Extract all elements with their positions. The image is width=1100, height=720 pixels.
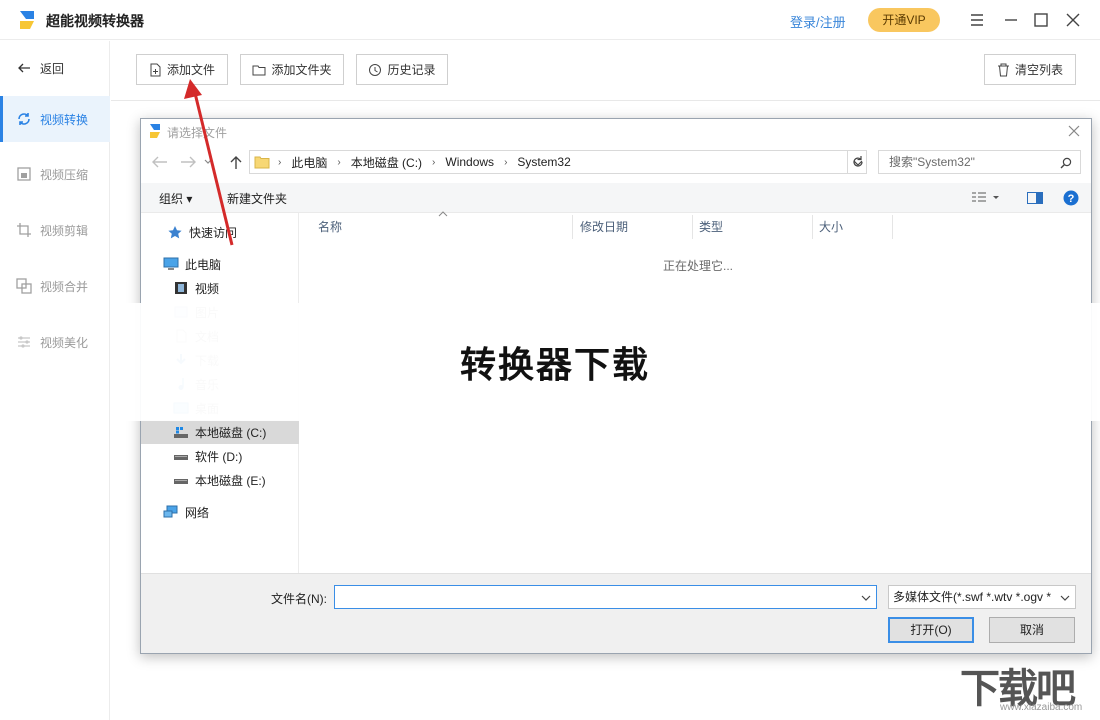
dialog-footer: 文件名(N): 多媒体文件(*.swf *.wtv *.ogv * 打开(O) … <box>141 573 1091 653</box>
cancel-button[interactable]: 取消 <box>989 617 1075 643</box>
column-divider[interactable] <box>892 215 893 239</box>
nav-item-label: 本地磁盘 (E:) <box>195 473 266 488</box>
search-placeholder: 搜索"System32" <box>889 155 975 169</box>
beautify-icon <box>18 336 30 348</box>
annotation-arrow-icon <box>184 79 234 246</box>
column-header-name[interactable]: 名称 <box>300 217 342 237</box>
sidebar-item-label: 视频美化 <box>40 335 89 350</box>
nav-item-drive-d[interactable]: 软件 (D:) <box>141 444 299 468</box>
folder-icon <box>254 156 270 169</box>
sidebar-item-label: 视频转换 <box>40 112 89 127</box>
refresh-button[interactable] <box>847 150 867 174</box>
convert-icon <box>18 113 30 125</box>
file-type-select[interactable]: 多媒体文件(*.swf *.wtv *.ogv * <box>888 585 1076 609</box>
back-button[interactable]: 返回 <box>0 45 110 91</box>
breadcrumb-separator: › <box>504 156 508 168</box>
nav-item-videos[interactable]: 视频 <box>141 276 299 300</box>
sidebar-item-convert[interactable]: 视频转换 <box>0 96 110 142</box>
nav-item-network[interactable]: 网络 <box>141 500 299 524</box>
login-link[interactable]: 登录/注册 <box>790 12 846 31</box>
network-icon <box>163 505 178 518</box>
nav-item-label: 软件 (D:) <box>195 449 243 464</box>
breadcrumb-separator: › <box>337 156 341 168</box>
chevron-down-icon <box>1059 593 1071 603</box>
open-button[interactable]: 打开(O) <box>888 617 974 643</box>
add-folder-label: 添加文件夹 <box>271 63 332 77</box>
drive-icon <box>174 455 188 460</box>
column-header-type[interactable]: 类型 <box>681 217 723 237</box>
watermark-url: www.xiazaiba.com <box>1000 702 1083 713</box>
title-bar: 超能视频转换器 登录/注册 开通VIP <box>0 0 1100 40</box>
breadcrumb-separator: › <box>432 156 436 168</box>
search-icon <box>1060 157 1072 169</box>
trash-icon <box>997 63 1009 76</box>
sort-caret-icon <box>438 211 448 217</box>
back-arrow-icon[interactable] <box>151 154 169 170</box>
sidebar-item-label: 视频压缩 <box>40 167 89 182</box>
file-add-icon <box>150 63 161 76</box>
preview-pane-icon[interactable] <box>1027 192 1043 204</box>
column-header-modified[interactable]: 修改日期 <box>562 217 628 237</box>
command-bar: 组织 ▾ 新建文件夹 ? <box>141 183 1091 213</box>
filename-label: 文件名(N): <box>271 592 327 606</box>
arrow-left-icon <box>18 63 30 73</box>
sidebar-item-label: 视频剪辑 <box>40 223 89 238</box>
breadcrumb-separator: › <box>278 156 282 168</box>
dialog-logo-icon <box>150 124 160 138</box>
view-options-icon[interactable] <box>971 191 1001 205</box>
svg-text:?: ? <box>1068 193 1075 205</box>
breadcrumb-item[interactable]: 此电脑 <box>291 154 327 171</box>
vip-button[interactable]: 开通VIP <box>868 8 940 32</box>
maximize-icon[interactable] <box>1030 9 1052 31</box>
nav-item-drive-c[interactable]: 本地磁盘 (C:) <box>141 420 299 444</box>
system-drive-icon <box>174 427 188 438</box>
sidebar-item-compress[interactable]: 视频压缩 <box>0 151 110 197</box>
clear-list-label: 清空列表 <box>1014 63 1063 77</box>
back-label: 返回 <box>40 61 65 76</box>
menu-icon[interactable] <box>966 9 988 31</box>
help-icon[interactable]: ? <box>1063 190 1079 206</box>
breadcrumb-item[interactable]: 本地磁盘 (C:) <box>351 154 422 171</box>
address-bar[interactable]: › 此电脑 › 本地磁盘 (C:) › Windows › System32 <box>249 150 867 174</box>
video-folder-icon <box>175 282 187 294</box>
refresh-icon <box>853 156 863 167</box>
history-button[interactable]: 历史记录 <box>356 54 448 85</box>
filename-input[interactable] <box>334 585 877 609</box>
column-header-size[interactable]: 大小 <box>801 217 843 237</box>
sidebar-item-beautify[interactable]: 视频美化 <box>0 319 110 365</box>
folder-icon <box>252 65 266 75</box>
clock-icon <box>369 63 382 76</box>
file-type-value: 多媒体文件(*.swf *.wtv *.ogv * <box>893 590 1052 604</box>
clear-list-button[interactable]: 清空列表 <box>984 54 1076 85</box>
nav-item-label: 此电脑 <box>185 257 222 272</box>
add-folder-button[interactable]: 添加文件夹 <box>240 54 344 85</box>
minimize-icon[interactable] <box>1000 9 1022 31</box>
nav-item-drive-e[interactable]: 本地磁盘 (E:) <box>141 468 299 492</box>
nav-item-this-pc[interactable]: 此电脑 <box>141 252 299 276</box>
dialog-close-icon[interactable] <box>1065 122 1083 140</box>
crop-icon <box>17 223 31 237</box>
sidebar-item-merge[interactable]: 视频合并 <box>0 263 110 309</box>
merge-icon <box>16 278 32 294</box>
app-title: 超能视频转换器 <box>46 13 144 29</box>
history-label: 历史记录 <box>387 63 436 77</box>
nav-item-label: 本地磁盘 (C:) <box>195 425 267 440</box>
compress-icon <box>17 167 31 181</box>
nav-item-label: 视频 <box>195 281 220 296</box>
search-input[interactable]: 搜索"System32" <box>878 150 1081 174</box>
overlay-title: 转换器下载 <box>460 344 651 385</box>
chevron-down-icon[interactable] <box>860 593 872 603</box>
close-icon[interactable] <box>1062 9 1084 31</box>
sidebar-item-crop[interactable]: 视频剪辑 <box>0 207 110 253</box>
loading-status: 正在处理它... <box>663 259 734 273</box>
computer-icon <box>163 257 179 270</box>
nav-item-label: 网络 <box>185 505 210 520</box>
sidebar: 返回 视频转换 视频压缩 视频剪辑 视频合并 视频美化 <box>0 41 110 720</box>
drive-icon <box>174 479 188 484</box>
sidebar-item-label: 视频合并 <box>40 279 89 294</box>
app-logo-icon <box>20 11 34 29</box>
breadcrumb-item[interactable]: System32 <box>517 155 570 169</box>
breadcrumb-item[interactable]: Windows <box>445 155 494 169</box>
